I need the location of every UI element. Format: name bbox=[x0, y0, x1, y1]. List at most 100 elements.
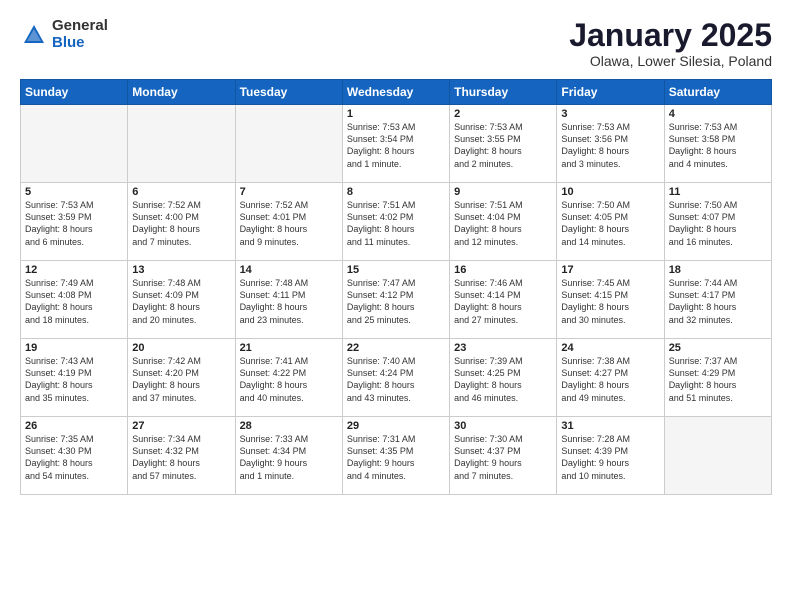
day-cell: 27Sunrise: 7:34 AM Sunset: 4:32 PM Dayli… bbox=[128, 417, 235, 495]
day-cell: 29Sunrise: 7:31 AM Sunset: 4:35 PM Dayli… bbox=[342, 417, 449, 495]
date-number: 4 bbox=[669, 108, 767, 120]
date-number: 22 bbox=[347, 342, 445, 354]
calendar-subtitle: Olawa, Lower Silesia, Poland bbox=[569, 53, 772, 69]
day-info: Sunrise: 7:46 AM Sunset: 4:14 PM Dayligh… bbox=[454, 277, 552, 326]
date-number: 17 bbox=[561, 264, 659, 276]
title-block: January 2025 Olawa, Lower Silesia, Polan… bbox=[569, 18, 772, 69]
date-number: 29 bbox=[347, 420, 445, 432]
day-info: Sunrise: 7:50 AM Sunset: 4:07 PM Dayligh… bbox=[669, 199, 767, 248]
header: General Blue January 2025 Olawa, Lower S… bbox=[20, 18, 772, 69]
day-info: Sunrise: 7:35 AM Sunset: 4:30 PM Dayligh… bbox=[25, 433, 123, 482]
day-info: Sunrise: 7:42 AM Sunset: 4:20 PM Dayligh… bbox=[132, 355, 230, 404]
date-number: 20 bbox=[132, 342, 230, 354]
day-cell: 15Sunrise: 7:47 AM Sunset: 4:12 PM Dayli… bbox=[342, 261, 449, 339]
day-info: Sunrise: 7:51 AM Sunset: 4:02 PM Dayligh… bbox=[347, 199, 445, 248]
day-cell: 19Sunrise: 7:43 AM Sunset: 4:19 PM Dayli… bbox=[21, 339, 128, 417]
week-row-4: 19Sunrise: 7:43 AM Sunset: 4:19 PM Dayli… bbox=[21, 339, 772, 417]
day-cell: 22Sunrise: 7:40 AM Sunset: 4:24 PM Dayli… bbox=[342, 339, 449, 417]
date-number: 27 bbox=[132, 420, 230, 432]
day-cell bbox=[235, 105, 342, 183]
day-info: Sunrise: 7:53 AM Sunset: 3:58 PM Dayligh… bbox=[669, 121, 767, 170]
date-number: 8 bbox=[347, 186, 445, 198]
logo-text: General Blue bbox=[52, 18, 108, 51]
day-cell: 8Sunrise: 7:51 AM Sunset: 4:02 PM Daylig… bbox=[342, 183, 449, 261]
date-number: 7 bbox=[240, 186, 338, 198]
day-cell: 23Sunrise: 7:39 AM Sunset: 4:25 PM Dayli… bbox=[450, 339, 557, 417]
day-cell: 6Sunrise: 7:52 AM Sunset: 4:00 PM Daylig… bbox=[128, 183, 235, 261]
date-number: 15 bbox=[347, 264, 445, 276]
date-number: 5 bbox=[25, 186, 123, 198]
day-info: Sunrise: 7:53 AM Sunset: 3:56 PM Dayligh… bbox=[561, 121, 659, 170]
day-info: Sunrise: 7:50 AM Sunset: 4:05 PM Dayligh… bbox=[561, 199, 659, 248]
week-row-1: 1Sunrise: 7:53 AM Sunset: 3:54 PM Daylig… bbox=[21, 105, 772, 183]
day-cell bbox=[664, 417, 771, 495]
date-number: 13 bbox=[132, 264, 230, 276]
calendar-page: General Blue January 2025 Olawa, Lower S… bbox=[0, 0, 792, 505]
day-cell: 28Sunrise: 7:33 AM Sunset: 4:34 PM Dayli… bbox=[235, 417, 342, 495]
date-number: 1 bbox=[347, 108, 445, 120]
day-cell: 21Sunrise: 7:41 AM Sunset: 4:22 PM Dayli… bbox=[235, 339, 342, 417]
day-info: Sunrise: 7:45 AM Sunset: 4:15 PM Dayligh… bbox=[561, 277, 659, 326]
day-info: Sunrise: 7:31 AM Sunset: 4:35 PM Dayligh… bbox=[347, 433, 445, 482]
day-info: Sunrise: 7:49 AM Sunset: 4:08 PM Dayligh… bbox=[25, 277, 123, 326]
header-wednesday: Wednesday bbox=[342, 80, 449, 105]
date-number: 6 bbox=[132, 186, 230, 198]
date-number: 16 bbox=[454, 264, 552, 276]
day-cell bbox=[21, 105, 128, 183]
day-cell: 24Sunrise: 7:38 AM Sunset: 4:27 PM Dayli… bbox=[557, 339, 664, 417]
day-cell: 11Sunrise: 7:50 AM Sunset: 4:07 PM Dayli… bbox=[664, 183, 771, 261]
day-cell: 1Sunrise: 7:53 AM Sunset: 3:54 PM Daylig… bbox=[342, 105, 449, 183]
day-cell: 18Sunrise: 7:44 AM Sunset: 4:17 PM Dayli… bbox=[664, 261, 771, 339]
day-cell: 9Sunrise: 7:51 AM Sunset: 4:04 PM Daylig… bbox=[450, 183, 557, 261]
date-number: 31 bbox=[561, 420, 659, 432]
day-cell: 26Sunrise: 7:35 AM Sunset: 4:30 PM Dayli… bbox=[21, 417, 128, 495]
week-row-2: 5Sunrise: 7:53 AM Sunset: 3:59 PM Daylig… bbox=[21, 183, 772, 261]
date-number: 9 bbox=[454, 186, 552, 198]
day-info: Sunrise: 7:53 AM Sunset: 3:59 PM Dayligh… bbox=[25, 199, 123, 248]
logo-blue: Blue bbox=[52, 35, 108, 52]
week-row-5: 26Sunrise: 7:35 AM Sunset: 4:30 PM Dayli… bbox=[21, 417, 772, 495]
day-cell: 13Sunrise: 7:48 AM Sunset: 4:09 PM Dayli… bbox=[128, 261, 235, 339]
day-cell: 2Sunrise: 7:53 AM Sunset: 3:55 PM Daylig… bbox=[450, 105, 557, 183]
week-row-3: 12Sunrise: 7:49 AM Sunset: 4:08 PM Dayli… bbox=[21, 261, 772, 339]
date-number: 19 bbox=[25, 342, 123, 354]
date-number: 25 bbox=[669, 342, 767, 354]
date-number: 23 bbox=[454, 342, 552, 354]
header-thursday: Thursday bbox=[450, 80, 557, 105]
day-info: Sunrise: 7:39 AM Sunset: 4:25 PM Dayligh… bbox=[454, 355, 552, 404]
header-friday: Friday bbox=[557, 80, 664, 105]
calendar-title: January 2025 bbox=[569, 18, 772, 53]
day-cell: 14Sunrise: 7:48 AM Sunset: 4:11 PM Dayli… bbox=[235, 261, 342, 339]
date-number: 3 bbox=[561, 108, 659, 120]
day-info: Sunrise: 7:53 AM Sunset: 3:55 PM Dayligh… bbox=[454, 121, 552, 170]
calendar-table: Sunday Monday Tuesday Wednesday Thursday… bbox=[20, 79, 772, 495]
day-info: Sunrise: 7:28 AM Sunset: 4:39 PM Dayligh… bbox=[561, 433, 659, 482]
day-info: Sunrise: 7:51 AM Sunset: 4:04 PM Dayligh… bbox=[454, 199, 552, 248]
day-cell: 4Sunrise: 7:53 AM Sunset: 3:58 PM Daylig… bbox=[664, 105, 771, 183]
day-info: Sunrise: 7:48 AM Sunset: 4:11 PM Dayligh… bbox=[240, 277, 338, 326]
date-number: 30 bbox=[454, 420, 552, 432]
day-info: Sunrise: 7:52 AM Sunset: 4:01 PM Dayligh… bbox=[240, 199, 338, 248]
day-info: Sunrise: 7:30 AM Sunset: 4:37 PM Dayligh… bbox=[454, 433, 552, 482]
day-info: Sunrise: 7:33 AM Sunset: 4:34 PM Dayligh… bbox=[240, 433, 338, 482]
day-info: Sunrise: 7:34 AM Sunset: 4:32 PM Dayligh… bbox=[132, 433, 230, 482]
date-number: 2 bbox=[454, 108, 552, 120]
date-number: 11 bbox=[669, 186, 767, 198]
header-saturday: Saturday bbox=[664, 80, 771, 105]
day-cell: 30Sunrise: 7:30 AM Sunset: 4:37 PM Dayli… bbox=[450, 417, 557, 495]
header-sunday: Sunday bbox=[21, 80, 128, 105]
header-row: Sunday Monday Tuesday Wednesday Thursday… bbox=[21, 80, 772, 105]
date-number: 10 bbox=[561, 186, 659, 198]
day-cell: 17Sunrise: 7:45 AM Sunset: 4:15 PM Dayli… bbox=[557, 261, 664, 339]
date-number: 18 bbox=[669, 264, 767, 276]
day-info: Sunrise: 7:41 AM Sunset: 4:22 PM Dayligh… bbox=[240, 355, 338, 404]
day-info: Sunrise: 7:44 AM Sunset: 4:17 PM Dayligh… bbox=[669, 277, 767, 326]
logo: General Blue bbox=[20, 18, 108, 51]
logo-general: General bbox=[52, 18, 108, 35]
logo-icon bbox=[20, 21, 48, 49]
day-cell: 16Sunrise: 7:46 AM Sunset: 4:14 PM Dayli… bbox=[450, 261, 557, 339]
day-cell: 10Sunrise: 7:50 AM Sunset: 4:05 PM Dayli… bbox=[557, 183, 664, 261]
header-monday: Monday bbox=[128, 80, 235, 105]
day-info: Sunrise: 7:47 AM Sunset: 4:12 PM Dayligh… bbox=[347, 277, 445, 326]
day-info: Sunrise: 7:43 AM Sunset: 4:19 PM Dayligh… bbox=[25, 355, 123, 404]
